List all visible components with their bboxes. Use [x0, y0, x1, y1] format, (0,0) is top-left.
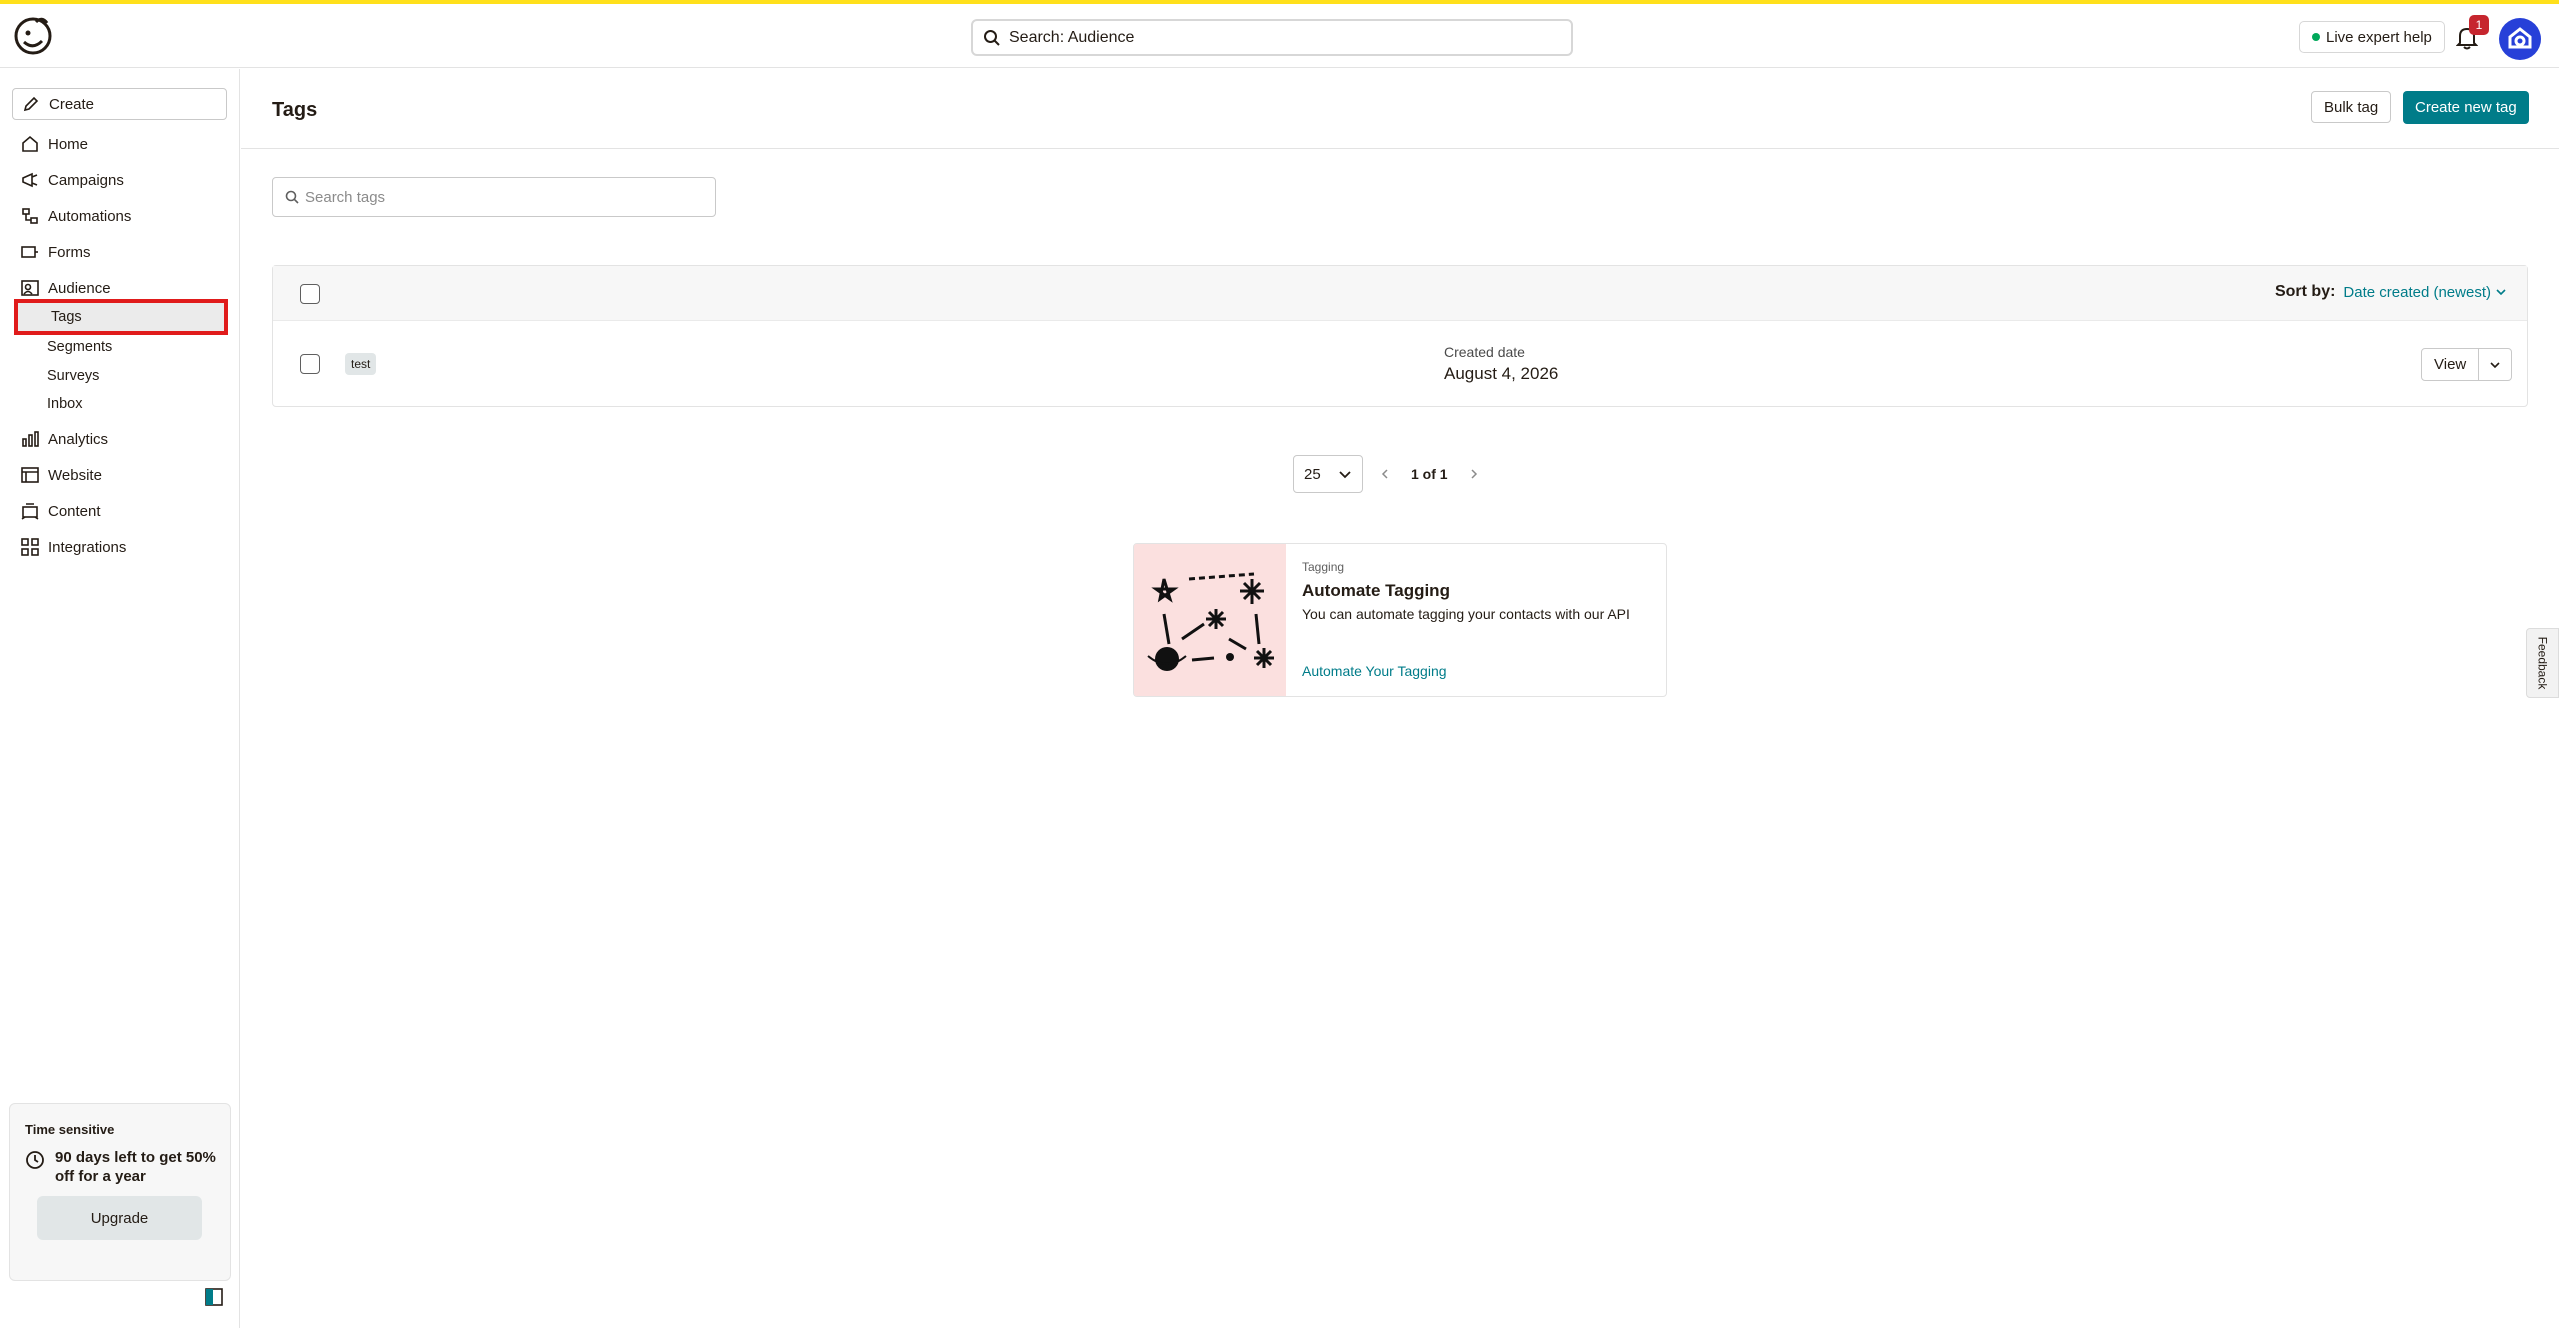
bulk-tag-button[interactable]: Bulk tag — [2311, 91, 2392, 123]
sidebar-item-audience[interactable]: Audience — [20, 276, 111, 300]
sidebar-subitem-label: Inbox — [47, 396, 83, 412]
sidebar-item-label: Campaigns — [48, 171, 124, 189]
tags-table: Sort by: Date created (newest) test Crea… — [272, 265, 2528, 407]
chevron-down-icon — [2496, 289, 2506, 296]
live-expert-help-label: Live expert help — [2326, 28, 2432, 46]
website-icon — [21, 467, 39, 483]
chart-icon — [22, 431, 39, 447]
sort-control: Sort by: Date created (newest) — [2275, 283, 2507, 301]
create-button[interactable]: Create — [12, 88, 227, 120]
row-actions-dropdown[interactable] — [2479, 349, 2511, 380]
sidebar: Create Home Campaigns Automations Forms … — [0, 69, 240, 1328]
sidebar-subitem-inbox[interactable]: Inbox — [47, 392, 82, 416]
sidebar-subitem-surveys[interactable]: Surveys — [47, 364, 99, 388]
search-icon — [285, 190, 299, 204]
avatar[interactable] — [2499, 18, 2541, 60]
content-icon — [21, 503, 39, 520]
audience-icon — [21, 280, 39, 296]
grid-icon — [21, 538, 39, 556]
sidebar-item-label: Website — [48, 466, 102, 484]
tagging-illustration-icon — [1134, 544, 1286, 696]
table-header: Sort by: Date created (newest) — [273, 266, 2527, 321]
sidebar-subitem-label: Tags — [51, 309, 82, 325]
row-checkbox[interactable] — [300, 354, 320, 374]
chevron-right-icon[interactable] — [1467, 467, 1481, 481]
card-title: Automate Tagging — [1302, 581, 1450, 600]
megaphone-icon — [22, 172, 38, 188]
chevron-down-icon — [2490, 361, 2500, 368]
automate-tagging-card: Tagging Automate Tagging You can automat… — [1133, 543, 1667, 697]
sidebar-subitem-tags[interactable]: Tags — [14, 299, 228, 335]
tag-search-input[interactable]: Search tags — [272, 177, 716, 217]
page-indicator: 1 of 1 — [1411, 466, 1448, 482]
automate-your-tagging-link[interactable]: Automate Your Tagging — [1302, 663, 1447, 679]
clock-icon — [26, 1151, 44, 1169]
promo-text: 90 days left to get 50% off for a year — [55, 1149, 216, 1185]
sidebar-item-forms[interactable]: Forms — [20, 240, 91, 264]
pencil-icon — [23, 96, 39, 112]
upgrade-promo: Time sensitive 90 days left to get 50% o… — [9, 1103, 231, 1281]
page-header: Tags Bulk tag Create new tag — [241, 69, 2559, 149]
page-size-value: 25 — [1304, 465, 1321, 483]
feedback-label: Feedback — [2535, 636, 2550, 690]
page-title: Tags — [272, 99, 318, 121]
sidebar-item-campaigns[interactable]: Campaigns — [20, 168, 124, 192]
live-expert-help-button[interactable]: Live expert help — [2299, 21, 2445, 53]
view-action-group: View — [2421, 348, 2513, 381]
sidebar-subitem-label: Segments — [47, 339, 113, 355]
sidebar-subitem-segments[interactable]: Segments — [47, 335, 112, 359]
sidebar-item-analytics[interactable]: Analytics — [20, 427, 108, 451]
home-icon — [22, 135, 38, 152]
global-search-label: Search: Audience — [1009, 28, 1135, 46]
select-all-checkbox[interactable] — [300, 284, 320, 304]
promo-title: Time sensitive — [25, 1122, 115, 1137]
chevron-left-icon[interactable] — [1378, 467, 1392, 481]
collapse-sidebar-icon[interactable] — [205, 1288, 223, 1306]
card-description: You can automate tagging your contacts w… — [1302, 606, 1630, 622]
sidebar-item-label: Analytics — [48, 430, 109, 448]
card-kicker: Tagging — [1302, 560, 1345, 574]
chevron-down-icon — [1339, 471, 1351, 479]
created-date-label: Created date — [1444, 344, 1525, 360]
mailchimp-logo-icon[interactable] — [12, 14, 54, 56]
feedback-tab[interactable]: Feedback — [2526, 628, 2559, 698]
view-button[interactable]: View — [2422, 349, 2480, 380]
top-bar: Search: Audience Live expert help 1 — [0, 4, 2559, 68]
create-label: Create — [49, 95, 95, 113]
automation-icon — [22, 208, 38, 224]
online-status-dot — [2312, 33, 2320, 41]
tag-search-placeholder: Search tags — [305, 188, 386, 206]
sidebar-item-website[interactable]: Website — [20, 463, 102, 487]
create-new-tag-button[interactable]: Create new tag — [2403, 91, 2529, 124]
sidebar-item-label: Integrations — [48, 538, 127, 556]
account-icon — [2508, 27, 2532, 49]
form-icon — [21, 246, 38, 258]
sidebar-item-label: Automations — [48, 207, 132, 225]
sidebar-item-label: Content — [48, 502, 101, 520]
sidebar-item-home[interactable]: Home — [20, 132, 88, 156]
upgrade-button[interactable]: Upgrade — [37, 1196, 202, 1240]
sort-dropdown[interactable]: Date created (newest) — [2343, 284, 2507, 301]
sort-label: Sort by: — [2274, 283, 2336, 300]
page-size-select[interactable]: 25 — [1293, 455, 1363, 493]
global-search-input[interactable]: Search: Audience — [971, 19, 1573, 56]
sidebar-item-content[interactable]: Content — [20, 499, 101, 523]
sidebar-item-automations[interactable]: Automations — [20, 204, 131, 228]
pagination: 25 1 of 1 — [1293, 455, 1496, 493]
sort-value: Date created (newest) — [2343, 283, 2491, 301]
search-icon — [984, 29, 1000, 46]
notification-badge: 1 — [2469, 15, 2489, 35]
created-date-value: August 4, 2026 — [1444, 364, 1559, 383]
sidebar-item-label: Audience — [48, 279, 111, 297]
sidebar-subitem-label: Surveys — [47, 368, 100, 384]
tag-chip[interactable]: test — [345, 353, 377, 375]
sidebar-item-label: Home — [48, 135, 89, 153]
sidebar-item-integrations[interactable]: Integrations — [20, 535, 126, 559]
sidebar-item-label: Forms — [48, 243, 91, 261]
